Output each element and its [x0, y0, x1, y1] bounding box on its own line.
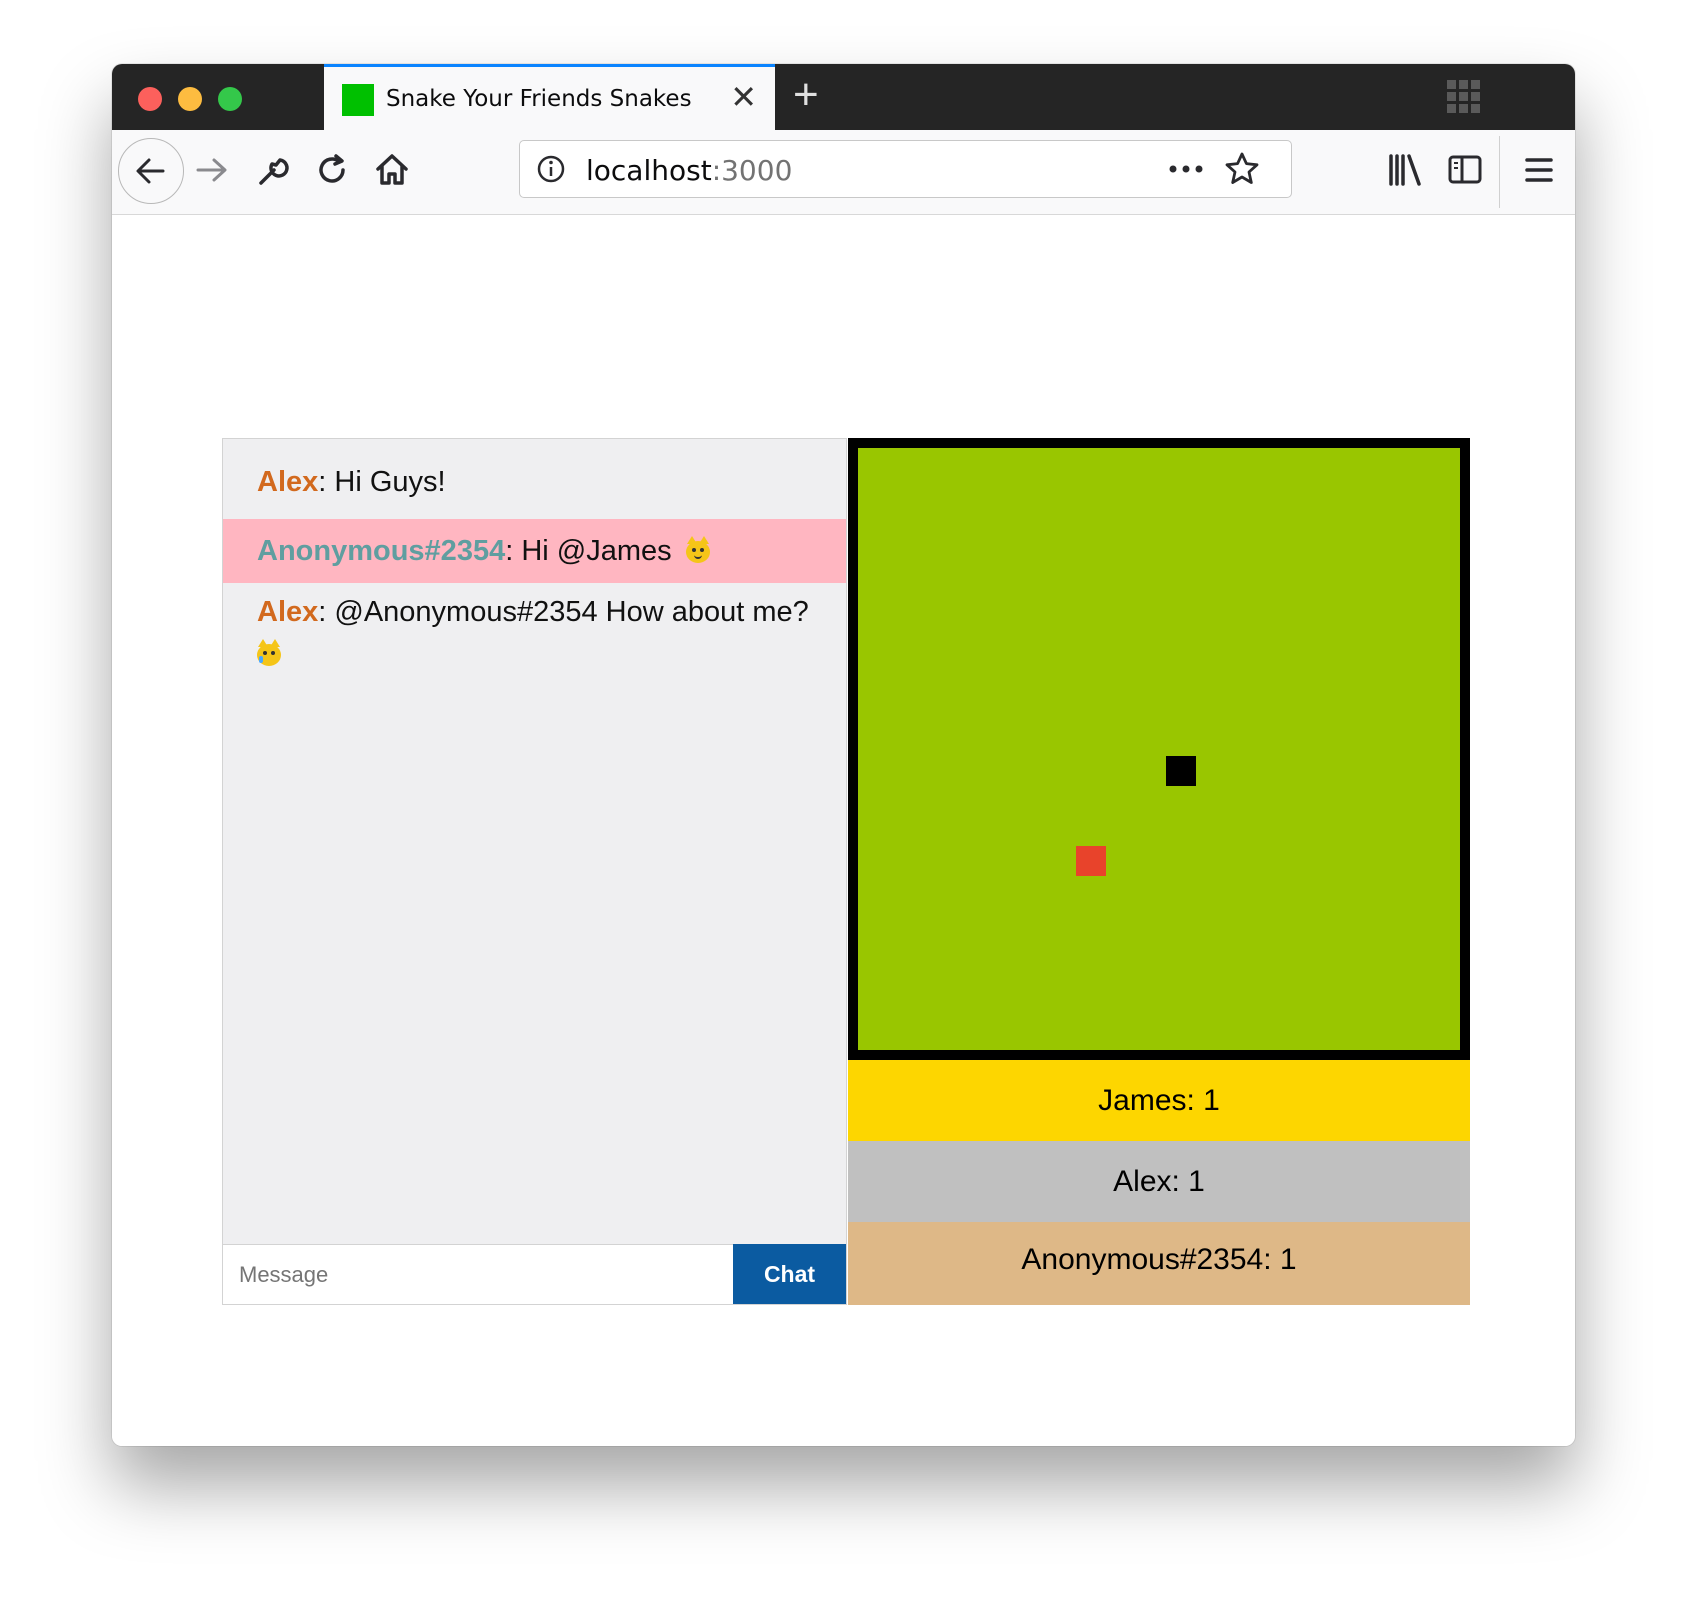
window-maximize-button[interactable]: [218, 87, 242, 111]
forward-arrow-icon: [196, 158, 227, 182]
message-input[interactable]: [223, 1244, 734, 1304]
info-icon[interactable]: [536, 154, 566, 184]
message-separator: :: [505, 535, 522, 567]
scoreboard-row: James: 1: [848, 1060, 1470, 1141]
menu-button[interactable]: [1521, 152, 1557, 193]
tab-title: Snake Your Friends Snakes: [386, 86, 692, 112]
chat-panel: Alex: Hi Guys! Anonymous#2354: Hi @James…: [222, 438, 847, 1305]
tab-snake-game[interactable]: Snake Your Friends Snakes ✕: [324, 64, 775, 130]
forward-button[interactable]: [192, 150, 232, 195]
game-field: [858, 448, 1460, 1050]
sidebar-icon: [1448, 155, 1482, 184]
message-text: Hi Guys!: [334, 466, 446, 498]
message-author: Anonymous#2354: [257, 535, 506, 567]
address-bar[interactable]: localhost:3000: [519, 140, 1292, 198]
window-minimize-button[interactable]: [178, 87, 202, 111]
smiling-cat-icon: [685, 536, 710, 564]
snake: [1166, 756, 1196, 786]
toolbar-separator: [1499, 136, 1500, 208]
chat-message: Alex: @Anonymous#2354 How about me?: [223, 591, 846, 675]
food: [1076, 846, 1106, 876]
url-host: localhost: [586, 154, 712, 187]
wrench-icon: [259, 158, 289, 185]
chat-message: Alex: Hi Guys!: [223, 461, 846, 503]
star-icon[interactable]: [1224, 151, 1260, 187]
url-port: :3000: [711, 154, 793, 187]
url-text[interactable]: localhost:3000: [586, 154, 792, 187]
message-author: Alex: [257, 596, 319, 628]
chat-message-mention: Anonymous#2354: Hi @James: [223, 519, 846, 583]
nav-toolbar: localhost:3000: [112, 130, 1575, 215]
new-tab-button[interactable]: +: [793, 70, 819, 120]
message-separator: :: [318, 466, 335, 498]
library-icon: [1389, 154, 1421, 186]
crying-cat-icon: [257, 639, 281, 667]
message-separator: :: [318, 596, 335, 628]
home-icon: [376, 154, 408, 185]
scoreboard-row: Alex: 1: [848, 1141, 1470, 1222]
page-content: Alex: Hi Guys! Anonymous#2354: Hi @James…: [112, 215, 1575, 1446]
back-button[interactable]: [118, 138, 184, 204]
title-bar: Snake Your Friends Snakes ✕ +: [112, 64, 1575, 130]
message-text: Hi @James: [521, 535, 672, 567]
developer-tools-button[interactable]: [252, 150, 292, 195]
browser-window: Snake Your Friends Snakes ✕ + localhost:…: [112, 64, 1575, 1446]
chat-send-button[interactable]: Chat: [733, 1244, 846, 1304]
reload-button[interactable]: [312, 150, 352, 195]
message-text: @Anonymous#2354 How about me?: [334, 596, 809, 628]
message-author: Alex: [257, 466, 319, 498]
favicon-icon: [342, 84, 374, 116]
scoreboard-row: Anonymous#2354: 1: [848, 1222, 1470, 1305]
window-close-button[interactable]: [138, 87, 162, 111]
back-arrow-icon: [136, 158, 165, 184]
more-icon[interactable]: [1168, 163, 1204, 175]
home-button[interactable]: [372, 150, 412, 195]
game-board: [848, 438, 1470, 1060]
sidebar-toggle-button[interactable]: [1446, 152, 1486, 193]
menu-icon: [1525, 158, 1553, 182]
tab-close-icon[interactable]: ✕: [730, 79, 757, 115]
library-button[interactable]: [1386, 152, 1426, 193]
reload-icon: [319, 154, 345, 183]
